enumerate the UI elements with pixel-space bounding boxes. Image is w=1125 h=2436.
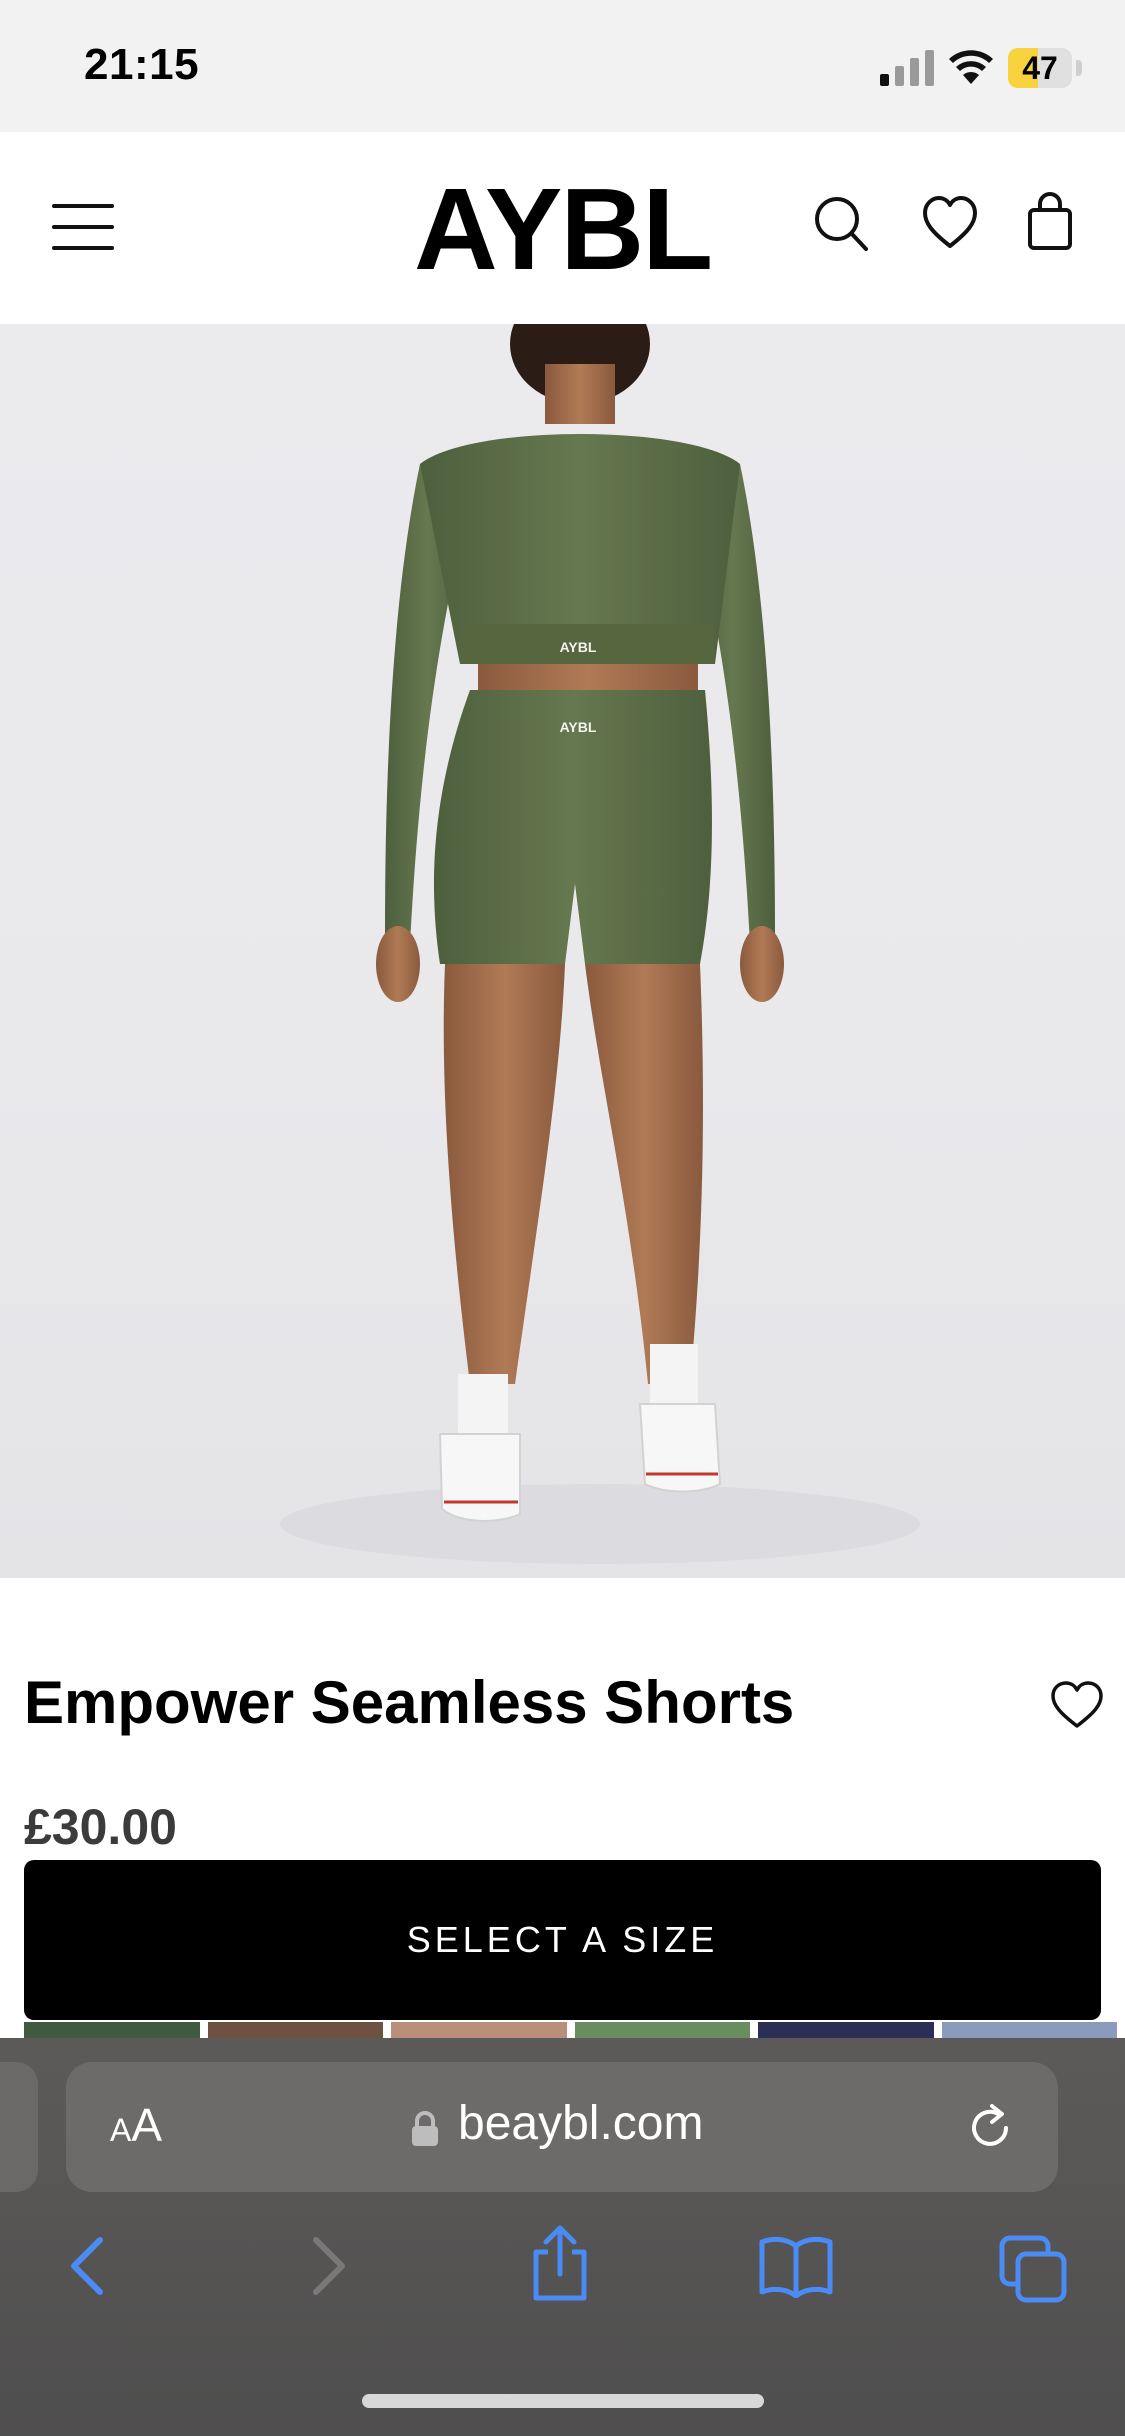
lock-icon	[412, 2111, 438, 2146]
hamburger-menu-icon[interactable]	[52, 204, 114, 250]
address-bar[interactable]: AA beaybl.com	[66, 2062, 1058, 2192]
battery-cap	[1076, 60, 1082, 76]
cellular-signal-icon	[880, 50, 934, 86]
book-icon[interactable]	[758, 2234, 834, 2298]
product-image[interactable]: AYBL AYBL	[0, 324, 1125, 1578]
share-icon[interactable]	[528, 2224, 592, 2304]
url-domain[interactable]: beaybl.com	[458, 2096, 703, 2151]
colour-swatch[interactable]	[758, 2022, 934, 2038]
battery-icon: 47	[1008, 48, 1072, 88]
chevron-right-icon[interactable]	[308, 2234, 352, 2298]
colour-swatch[interactable]	[941, 2022, 1117, 2038]
shopping-bag-icon[interactable]	[1026, 192, 1074, 256]
add-to-wishlist-heart-icon[interactable]	[1050, 1680, 1104, 1730]
status-time: 21:15	[84, 40, 200, 89]
text-size-large-a: A	[131, 2099, 163, 2151]
svg-text:AYBL: AYBL	[560, 719, 597, 735]
colour-swatch[interactable]	[574, 2022, 750, 2038]
reload-icon[interactable]	[962, 2100, 1018, 2156]
brand-logo[interactable]: AYBL	[410, 164, 715, 294]
product-price: £30.00	[24, 1799, 177, 1855]
model-illustration: AYBL AYBL	[280, 324, 920, 1564]
colour-swatch[interactable]	[24, 2022, 200, 2038]
previous-tab-preview[interactable]	[0, 2062, 38, 2192]
wifi-icon	[949, 50, 993, 84]
text-size-button[interactable]: AA	[110, 2098, 162, 2152]
tabs-icon[interactable]	[998, 2234, 1070, 2304]
home-indicator[interactable]	[362, 2394, 764, 2408]
text-size-small-a: A	[110, 2112, 132, 2148]
colour-swatch[interactable]	[391, 2022, 567, 2038]
colour-swatch-strip[interactable]	[24, 2022, 1125, 2038]
colour-swatch[interactable]	[207, 2022, 383, 2038]
browser-toolbar: AA beaybl.com	[0, 2038, 1125, 2436]
select-size-button[interactable]: SELECT A SIZE	[24, 1860, 1101, 2020]
svg-text:AYBL: AYBL	[560, 639, 597, 655]
chevron-left-icon[interactable]	[64, 2234, 108, 2298]
search-icon[interactable]	[812, 192, 872, 256]
heart-icon[interactable]	[922, 192, 978, 256]
battery-level: 47	[1022, 50, 1058, 86]
site-header: AYBL	[0, 132, 1125, 324]
status-bar: 21:15 47	[0, 0, 1125, 132]
product-title: Empower Seamless Shorts	[24, 1669, 795, 1736]
